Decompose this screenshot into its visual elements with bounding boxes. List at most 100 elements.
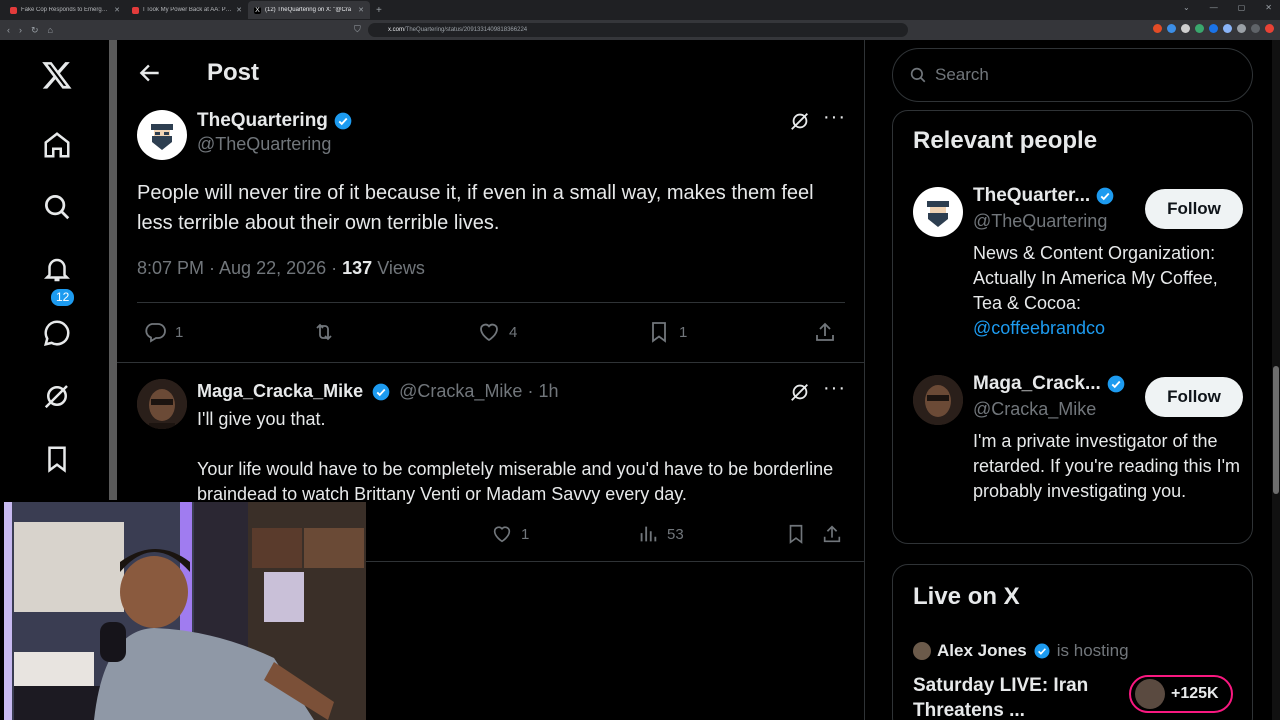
extension-icon[interactable] bbox=[1181, 24, 1190, 33]
extension-icon[interactable] bbox=[1265, 24, 1274, 33]
person-item[interactable]: TheQuarter... @TheQuartering Follow News… bbox=[913, 185, 1243, 345]
bookmark-icon bbox=[789, 524, 803, 544]
grok-icon[interactable] bbox=[40, 379, 74, 413]
minimize-icon[interactable]: — bbox=[1210, 3, 1218, 12]
extension-icon[interactable] bbox=[1209, 24, 1218, 33]
follow-button[interactable]: Follow bbox=[1145, 377, 1243, 417]
views-count: 53 bbox=[667, 525, 684, 543]
tab-title: (12) TheQuartering on X: "@Cra bbox=[265, 7, 352, 13]
person-name-text: TheQuarter... bbox=[973, 185, 1091, 206]
left-scrollbar[interactable] bbox=[109, 40, 117, 500]
browser-tab-active[interactable]: X (12) TheQuartering on X: "@Cra ✕ bbox=[248, 1, 370, 19]
share-icon bbox=[823, 525, 841, 543]
live-stream-title[interactable]: Saturday LIVE: Iran Threatens ... bbox=[913, 673, 1123, 720]
search-icon bbox=[910, 67, 926, 83]
share-button[interactable] bbox=[813, 320, 837, 344]
bookmark-page-icon[interactable]: ⛉ bbox=[354, 24, 361, 35]
author-name[interactable]: TheQuartering bbox=[197, 110, 353, 132]
bookmark-icon[interactable] bbox=[40, 442, 74, 476]
reply-button[interactable]: 1 bbox=[143, 320, 183, 344]
extension-icon[interactable] bbox=[1251, 24, 1260, 33]
back-arrow-icon[interactable] bbox=[137, 60, 163, 86]
reply-age[interactable]: · 1h bbox=[522, 381, 558, 401]
avatar[interactable] bbox=[137, 110, 187, 160]
like-button[interactable]: 1 bbox=[491, 523, 529, 545]
youtube-favicon-icon bbox=[132, 6, 139, 14]
hosting-label: is hosting bbox=[1056, 641, 1129, 660]
views-button[interactable]: 53 bbox=[637, 523, 684, 545]
url-domain: x.com bbox=[388, 27, 405, 33]
views-label: Views bbox=[372, 258, 425, 278]
more-icon[interactable]: ··· bbox=[823, 377, 846, 400]
extension-icon[interactable] bbox=[1237, 24, 1246, 33]
x-favicon-icon: X bbox=[254, 6, 261, 14]
browser-tab[interactable]: Fake Cop Responds to Emergency Ca ✕ bbox=[4, 1, 126, 19]
person-name[interactable]: TheQuarter... bbox=[973, 185, 1115, 207]
browser-tab[interactable]: I Took My Power Back at AA: People ✕ bbox=[126, 1, 248, 19]
home-page-icon[interactable]: ⌂ bbox=[48, 25, 53, 36]
extension-icon[interactable] bbox=[1167, 24, 1176, 33]
grok-icon[interactable] bbox=[789, 381, 811, 408]
post-header: Post bbox=[117, 40, 865, 106]
bookmark-button[interactable]: 1 bbox=[647, 320, 687, 344]
search-placeholder[interactable]: Search bbox=[935, 65, 989, 85]
url-bar[interactable]: x.com/TheQuartering/status/2091331409818… bbox=[368, 23, 908, 37]
avatar[interactable] bbox=[913, 187, 963, 237]
window-controls: ⌄ — ▢ ✕ bbox=[1183, 3, 1272, 12]
bio-link[interactable]: @coffeebrandco bbox=[973, 316, 1243, 341]
maximize-icon[interactable]: ▢ bbox=[1238, 3, 1246, 12]
follow-button[interactable]: Follow bbox=[1145, 189, 1243, 229]
scrollbar-thumb[interactable] bbox=[1273, 366, 1279, 494]
reply-author-handle[interactable]: @Cracka_Mike bbox=[399, 381, 522, 401]
browser-toolbar: ‹ › ↻ ⌂ ⛉ x.com/TheQuartering/status/209… bbox=[0, 20, 1280, 40]
post-actions: 1 4 1 bbox=[137, 318, 845, 348]
message-icon[interactable] bbox=[40, 316, 74, 350]
close-tab-icon[interactable]: ✕ bbox=[358, 6, 364, 14]
extension-icon[interactable] bbox=[1153, 24, 1162, 33]
extension-icon[interactable] bbox=[1195, 24, 1204, 33]
close-tab-icon[interactable]: ✕ bbox=[236, 6, 242, 14]
browser-tab-strip: Fake Cop Responds to Emergency Ca ✕ I To… bbox=[0, 0, 1280, 20]
person-handle[interactable]: @Cracka_Mike bbox=[973, 399, 1096, 420]
close-window-icon[interactable]: ✕ bbox=[1265, 3, 1272, 12]
search-nav-icon[interactable] bbox=[40, 190, 74, 224]
avatar[interactable] bbox=[137, 379, 187, 429]
page-title: Post bbox=[207, 59, 260, 86]
reply-text-line: Your life would have to be completely mi… bbox=[197, 459, 834, 504]
page-scrollbar[interactable] bbox=[1272, 40, 1280, 720]
search-box[interactable]: Search bbox=[892, 48, 1253, 102]
grok-icon[interactable] bbox=[789, 110, 811, 137]
bell-icon[interactable] bbox=[40, 253, 74, 287]
divider bbox=[137, 302, 845, 303]
bookmark-button[interactable] bbox=[785, 523, 807, 545]
new-tab-button[interactable]: + bbox=[376, 5, 382, 16]
bookmark-count: 1 bbox=[679, 323, 688, 341]
person-item[interactable]: Maga_Crack... @Cracka_Mike Follow I'm a … bbox=[913, 373, 1243, 533]
author-handle[interactable]: @TheQuartering bbox=[197, 134, 331, 154]
verified-icon bbox=[334, 112, 352, 130]
reply-author-name[interactable]: Maga_Cracka_Mike bbox=[197, 381, 363, 401]
person-name[interactable]: Maga_Crack... bbox=[973, 373, 1126, 395]
like-button[interactable]: 4 bbox=[477, 320, 517, 344]
more-icon[interactable]: ··· bbox=[823, 106, 846, 129]
repost-button[interactable] bbox=[311, 320, 337, 344]
reply-count: 1 bbox=[175, 323, 184, 341]
forward-icon[interactable]: › bbox=[19, 25, 22, 36]
avatar[interactable] bbox=[913, 375, 963, 425]
live-host[interactable]: Alex Jones is hosting bbox=[913, 641, 1129, 661]
share-button[interactable] bbox=[821, 523, 843, 545]
repost-icon bbox=[316, 323, 332, 341]
tab-search-icon[interactable]: ⌄ bbox=[1183, 3, 1190, 12]
live-listeners-pill[interactable]: +125K bbox=[1129, 675, 1233, 713]
close-tab-icon[interactable]: ✕ bbox=[114, 6, 120, 14]
post-timestamp[interactable]: 8:07 PM · Aug 22, 2026 · bbox=[137, 258, 342, 278]
home-icon[interactable] bbox=[40, 128, 74, 162]
back-icon[interactable]: ‹ bbox=[7, 25, 10, 36]
extension-icon[interactable] bbox=[1223, 24, 1232, 33]
reload-icon[interactable]: ↻ bbox=[31, 25, 39, 36]
person-bio: News & Content Organization: Actually In… bbox=[973, 241, 1243, 341]
like-count: 4 bbox=[509, 323, 518, 341]
webcam-overlay bbox=[4, 502, 366, 720]
person-handle[interactable]: @TheQuartering bbox=[973, 211, 1107, 232]
x-logo-icon[interactable] bbox=[40, 58, 74, 92]
